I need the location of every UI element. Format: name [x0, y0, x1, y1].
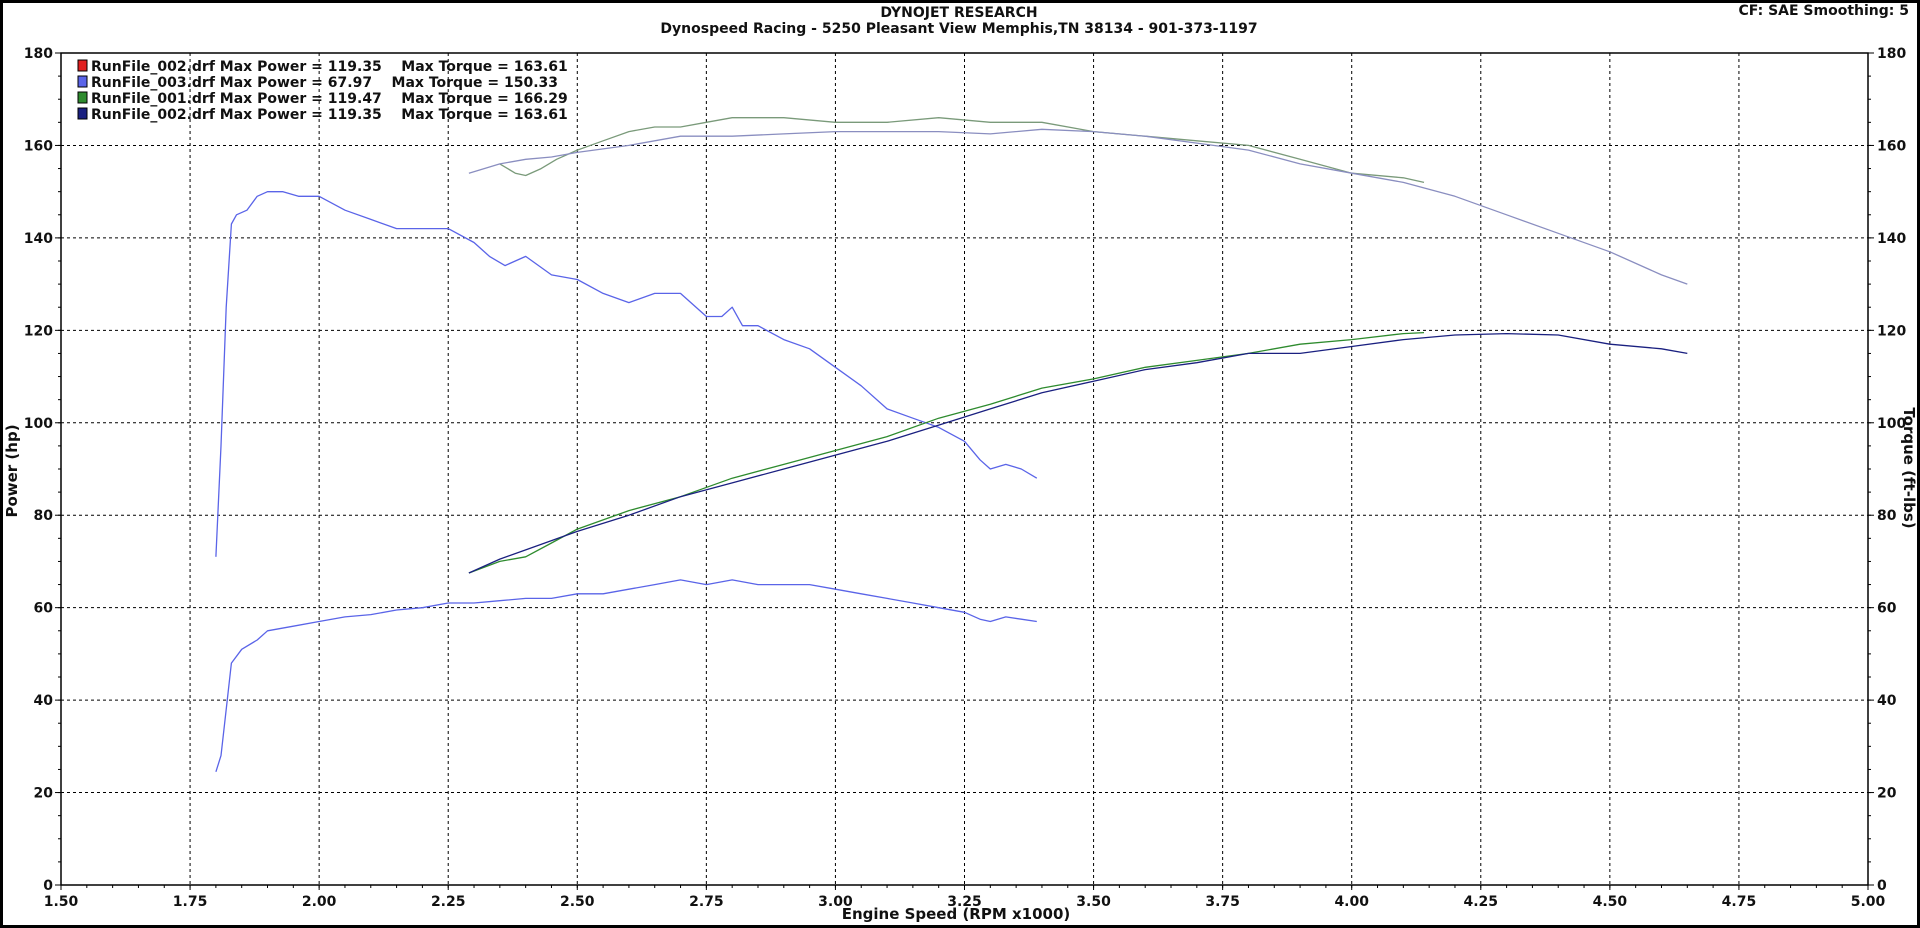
- y2-tick-label: 140: [1877, 231, 1906, 247]
- y-tick-label: 100: [24, 416, 53, 432]
- x-tick-label: 5.00: [1851, 894, 1886, 910]
- x-tick-label: 2.00: [302, 894, 337, 910]
- y-tick-label: 20: [34, 786, 54, 802]
- x-tick-label: 4.00: [1334, 894, 1369, 910]
- y2-tick-label: 80: [1877, 508, 1897, 524]
- dyno-chart-window: 1.50 1.75 2.00 2.25 2.50 2.75 3.00 3.25 3.50 3.75…: [3, 3, 1917, 925]
- y-tick-label: 40: [34, 693, 54, 709]
- y2-tick-label: 60: [1877, 601, 1897, 617]
- y-tick-label: 0: [43, 878, 53, 894]
- x-tick-label: 4.75: [1722, 894, 1757, 910]
- series-layer: [215, 117, 1688, 772]
- dyno-chart: 1.50 1.75 2.00 2.25 2.50 2.75 3.00 3.25 3.50 3.75…: [3, 3, 1917, 923]
- x-tick-label: 1.75: [173, 894, 208, 910]
- legend-entry: RunFile_002.drf Max Power = 119.35 Max T…: [91, 107, 568, 123]
- y2-tick-label: 40: [1877, 693, 1897, 709]
- x-tick-label: 3.75: [1205, 894, 1240, 910]
- chart-subtitle: Dynospeed Racing - 5250 Pleasant View Me…: [660, 21, 1257, 37]
- y-tick-label: 60: [34, 601, 54, 617]
- y2-tick-label: 20: [1877, 786, 1897, 802]
- x-tick-label: 3.50: [1076, 894, 1111, 910]
- chart-title: DYNOJET RESEARCH: [880, 5, 1037, 21]
- legend-entry: RunFile_001.drf Max Power = 119.47 Max T…: [91, 91, 568, 107]
- y2-tick-label: 180: [1877, 46, 1906, 62]
- x-tick-label: 4.25: [1464, 894, 1499, 910]
- y-axis-label-left: Power (hp): [3, 424, 21, 517]
- series-line-torque: [499, 117, 1425, 184]
- grid-lines: [61, 53, 1868, 885]
- y-tick-label: 180: [24, 46, 53, 62]
- series-line-power: [468, 331, 1425, 574]
- series-line-power: [468, 332, 1688, 574]
- legend-swatch: [77, 91, 88, 104]
- x-tick-label: 4.50: [1593, 894, 1628, 910]
- legend-swatch: [77, 107, 88, 120]
- legend-entry: RunFile_002.drf Max Power = 119.35 Max T…: [91, 59, 568, 75]
- x-tick-label: 2.75: [689, 894, 724, 910]
- y2-tick-label: 160: [1877, 138, 1906, 154]
- legend-swatch: [77, 59, 88, 72]
- axis-ticks: 1.50 1.75 2.00 2.25 2.50 2.75 3.00 3.25 3.50 3.75…: [24, 46, 1907, 910]
- x-axis-label: Engine Speed (RPM x1000): [842, 905, 1071, 923]
- series-line-torque: [468, 128, 1688, 285]
- series-line-power: [215, 579, 1037, 772]
- x-tick-label: 1.50: [44, 894, 79, 910]
- legend: RunFile_002.drf Max Power = 119.35 Max T…: [77, 59, 568, 123]
- y2-tick-label: 120: [1877, 323, 1906, 339]
- y-axis-label-right: Torque (ft-lbs): [1900, 407, 1917, 528]
- y-tick-label: 140: [24, 231, 53, 247]
- x-tick-label: 2.25: [431, 894, 466, 910]
- y2-tick-label: 0: [1877, 878, 1887, 894]
- legend-swatch: [77, 75, 88, 88]
- y-tick-label: 160: [24, 138, 53, 154]
- series-line-torque: [215, 191, 1038, 557]
- legend-entry: RunFile_003.drf Max Power = 67.97 Max To…: [91, 75, 558, 91]
- correction-settings: CF: SAE Smoothing: 5: [1739, 3, 1909, 19]
- x-tick-label: 2.50: [560, 894, 595, 910]
- y-tick-label: 80: [34, 508, 54, 524]
- y-tick-label: 120: [24, 323, 53, 339]
